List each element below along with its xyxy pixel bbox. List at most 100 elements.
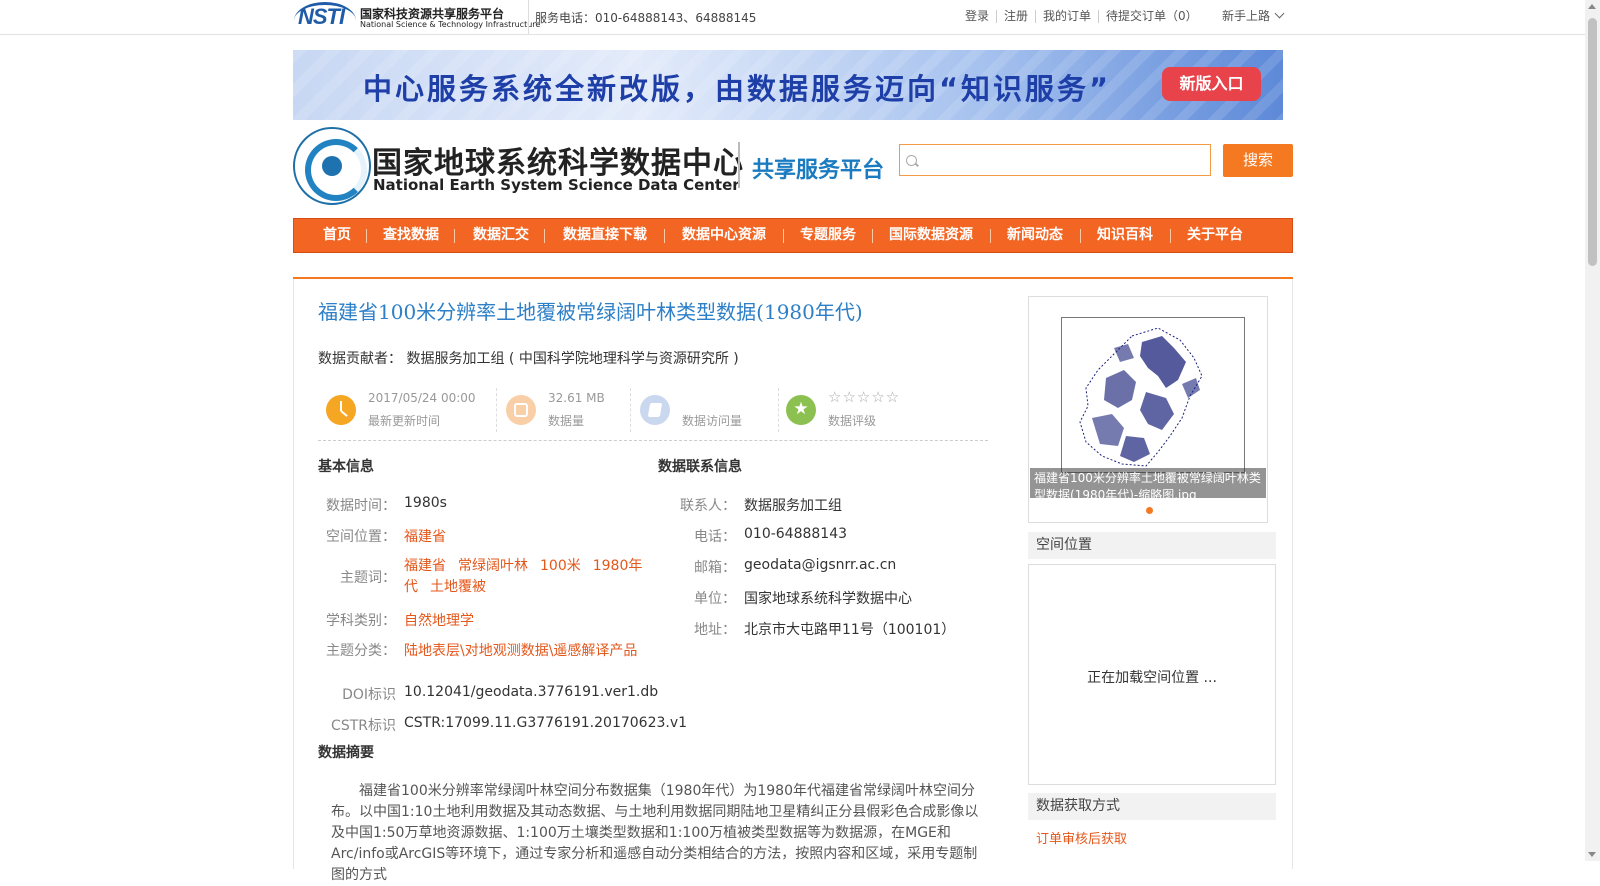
search-box[interactable] (899, 144, 1211, 176)
nav-item-home[interactable]: 首页 (323, 219, 351, 252)
unit-value: 国家地球系统科学数据中心 (744, 591, 912, 607)
data-center-logo[interactable] (293, 127, 371, 205)
keyword-link[interactable]: 福建省 (404, 558, 446, 574)
keyword-link[interactable]: 100米 (540, 558, 581, 574)
thumbnail-image[interactable] (1061, 317, 1245, 473)
scroll-down-arrow-icon[interactable] (1588, 852, 1596, 857)
abstract-heading: 数据摘要 (318, 745, 374, 761)
thumbnail-caption: 福建省100米分辨率土地覆被常绿阔叶林类型数据(1980年代)-缩略图.jpg (1030, 468, 1266, 498)
size-value: 32.61 MB (548, 391, 605, 405)
stat-update-time: 2017/05/24 00:00 最新更新时间 (318, 385, 498, 435)
stat-rating: ☆☆☆☆☆ 数据评级 (778, 385, 978, 435)
discipline-label: 学科类别： (326, 613, 396, 629)
discipline-link[interactable]: 自然地理学 (404, 610, 474, 630)
nav-item-topic-services[interactable]: 专题服务 (800, 219, 856, 252)
site-title-en: National Earth System Science Data Cente… (373, 176, 740, 194)
location-label: 空间位置： (326, 529, 396, 545)
rating-stars-icon[interactable]: ☆☆☆☆☆ (828, 388, 900, 406)
nav-item-news[interactable]: 新闻动态 (1007, 219, 1063, 252)
page-title: 福建省100米分辨率土地覆被常绿阔叶林类型数据(1980年代) (318, 300, 863, 324)
phone-value: 010-64888143 (744, 526, 848, 542)
data-access-heading: 数据获取方式 (1028, 793, 1276, 820)
search-icon (906, 155, 917, 166)
keyword-link[interactable]: 土地覆被 (430, 579, 486, 595)
basic-info-heading: 基本信息 (318, 459, 374, 475)
layers-icon (506, 395, 536, 425)
nav-item-find-data[interactable]: 查找数据 (383, 219, 439, 252)
chevron-down-icon (1274, 8, 1285, 19)
site-subtitle: 共享服务平台 (752, 158, 885, 183)
order-access-link[interactable]: 订单审核后获取 (1036, 828, 1127, 847)
nav-item-direct-download[interactable]: 数据直接下载 (563, 219, 647, 252)
contributor-value: 数据服务加工组 ( 中国科学院地理科学与资源研究所 ) (406, 351, 739, 367)
scrollbar-thumb[interactable] (1588, 18, 1597, 266)
fujian-map-thumbnail (1079, 327, 1203, 467)
my-orders-link[interactable]: 我的订单 (1035, 10, 1098, 23)
contributor-label: 数据贡献者： (318, 351, 402, 367)
spatial-map-panel[interactable]: 正在加载空间位置 ... (1028, 564, 1276, 785)
stat-size: 32.61 MB 数据量 (498, 385, 633, 435)
scroll-up-arrow-icon[interactable] (1588, 4, 1596, 9)
divider (528, 0, 529, 34)
doi-value: 10.12041/geodata.3776191.ver1.db (404, 684, 659, 700)
beginner-guide-dropdown[interactable]: 新手上路 (1222, 7, 1285, 24)
keywords-list: 福建省 常绿阔叶林 100米 1980年代 土地覆被 (404, 556, 654, 598)
cstr-label: CSTR标识 (331, 718, 396, 734)
promo-banner[interactable]: 中心服务系统全新改版，由数据服务迈向“知识服务” 新版入口 (293, 50, 1283, 120)
clock-icon (326, 395, 356, 425)
star-badge-icon (786, 395, 816, 425)
nav-item-international-resources[interactable]: 国际数据资源 (889, 219, 973, 252)
phone-label: 电话： (694, 529, 736, 545)
service-phone: 服务电话：010-64888143、64888145 (535, 11, 757, 25)
contact-info-heading: 数据联系信息 (658, 459, 742, 475)
nav-item-data-submission[interactable]: 数据汇交 (473, 219, 529, 252)
data-time-value: 1980s (404, 495, 447, 511)
unit-label: 单位： (694, 591, 736, 607)
search-button[interactable]: 搜索 (1223, 144, 1293, 177)
nav-item-knowledge-base[interactable]: 知识百科 (1097, 219, 1153, 252)
nav-item-about[interactable]: 关于平台 (1187, 219, 1243, 252)
page-scrollbar[interactable] (1585, 0, 1600, 861)
keyword-link[interactable]: 常绿阔叶林 (458, 558, 528, 574)
main-nav: 首页 查找数据 数据汇交 数据直接下载 数据中心资源 专题服务 国际数据资源 新… (293, 218, 1293, 253)
cstr-value: CSTR:17099.11.G3776191.20170623.v1 (404, 715, 688, 731)
keywords-label: 主题词： (340, 570, 396, 586)
email-label: 邮箱： (694, 560, 736, 576)
search-input[interactable] (922, 150, 1206, 172)
email-value: geodata@igsnrr.ac.cn (744, 557, 897, 573)
doi-label: DOI标识 (342, 687, 396, 703)
guide-label: 新手上路 (1222, 9, 1271, 23)
new-version-button[interactable]: 新版入口 (1162, 67, 1261, 101)
map-loading-text: 正在加载空间位置 ... (1087, 670, 1217, 686)
visits-label: 数据访问量 (682, 414, 743, 428)
divider (738, 142, 740, 188)
nsti-logo-en: National Science & Technology Infrastruc… (360, 20, 541, 29)
category-label: 主题分类： (326, 643, 396, 659)
carousel-dot[interactable] (1146, 507, 1153, 514)
rating-label: 数据评级 (828, 414, 877, 428)
stat-visits: 数据访问量 (632, 385, 777, 435)
contact-label: 联系人： (680, 498, 736, 514)
abstract-text: 福建省100米分辨率常绿阔叶林空间分布数据集（1980年代）为1980年代福建省… (331, 783, 979, 883)
category-link[interactable]: 陆地表层\对地观测数据\遥感解译产品 (404, 640, 637, 660)
location-link[interactable]: 福建省 (404, 526, 446, 546)
spatial-location-heading: 空间位置 (1028, 532, 1276, 559)
size-label: 数据量 (548, 414, 585, 428)
address-label: 地址： (694, 622, 736, 638)
login-link[interactable]: 登录 (958, 10, 996, 23)
nav-item-center-resources[interactable]: 数据中心资源 (682, 219, 766, 252)
nsti-logo-mark: NSTI (294, 2, 356, 30)
update-time-value: 2017/05/24 00:00 (368, 391, 476, 405)
nsti-logo[interactable]: NSTI 国家科技资源共享服务平台 National Science & Tec… (294, 2, 540, 32)
register-link[interactable]: 注册 (996, 10, 1035, 23)
update-time-label: 最新更新时间 (368, 414, 441, 428)
contributor: 数据贡献者： 数据服务加工组 ( 中国科学院地理科学与资源研究所 ) (318, 348, 739, 368)
data-time-label: 数据时间： (326, 498, 396, 514)
top-bar: NSTI 国家科技资源共享服务平台 National Science & Tec… (0, 0, 1585, 35)
dataset-stats: 2017/05/24 00:00 最新更新时间 32.61 MB 数据量 数据访… (318, 385, 988, 441)
top-links: 登录 注册 我的订单 待提交订单（0） (958, 9, 1205, 23)
address-value: 北京市大屯路甲11号（100101） (744, 622, 956, 638)
contact-value: 数据服务加工组 (744, 498, 842, 514)
thumbnail-carousel[interactable]: 福建省100米分辨率土地覆被常绿阔叶林类型数据(1980年代)-缩略图.jpg (1028, 296, 1268, 523)
pending-orders-link[interactable]: 待提交订单（0） (1098, 10, 1205, 23)
